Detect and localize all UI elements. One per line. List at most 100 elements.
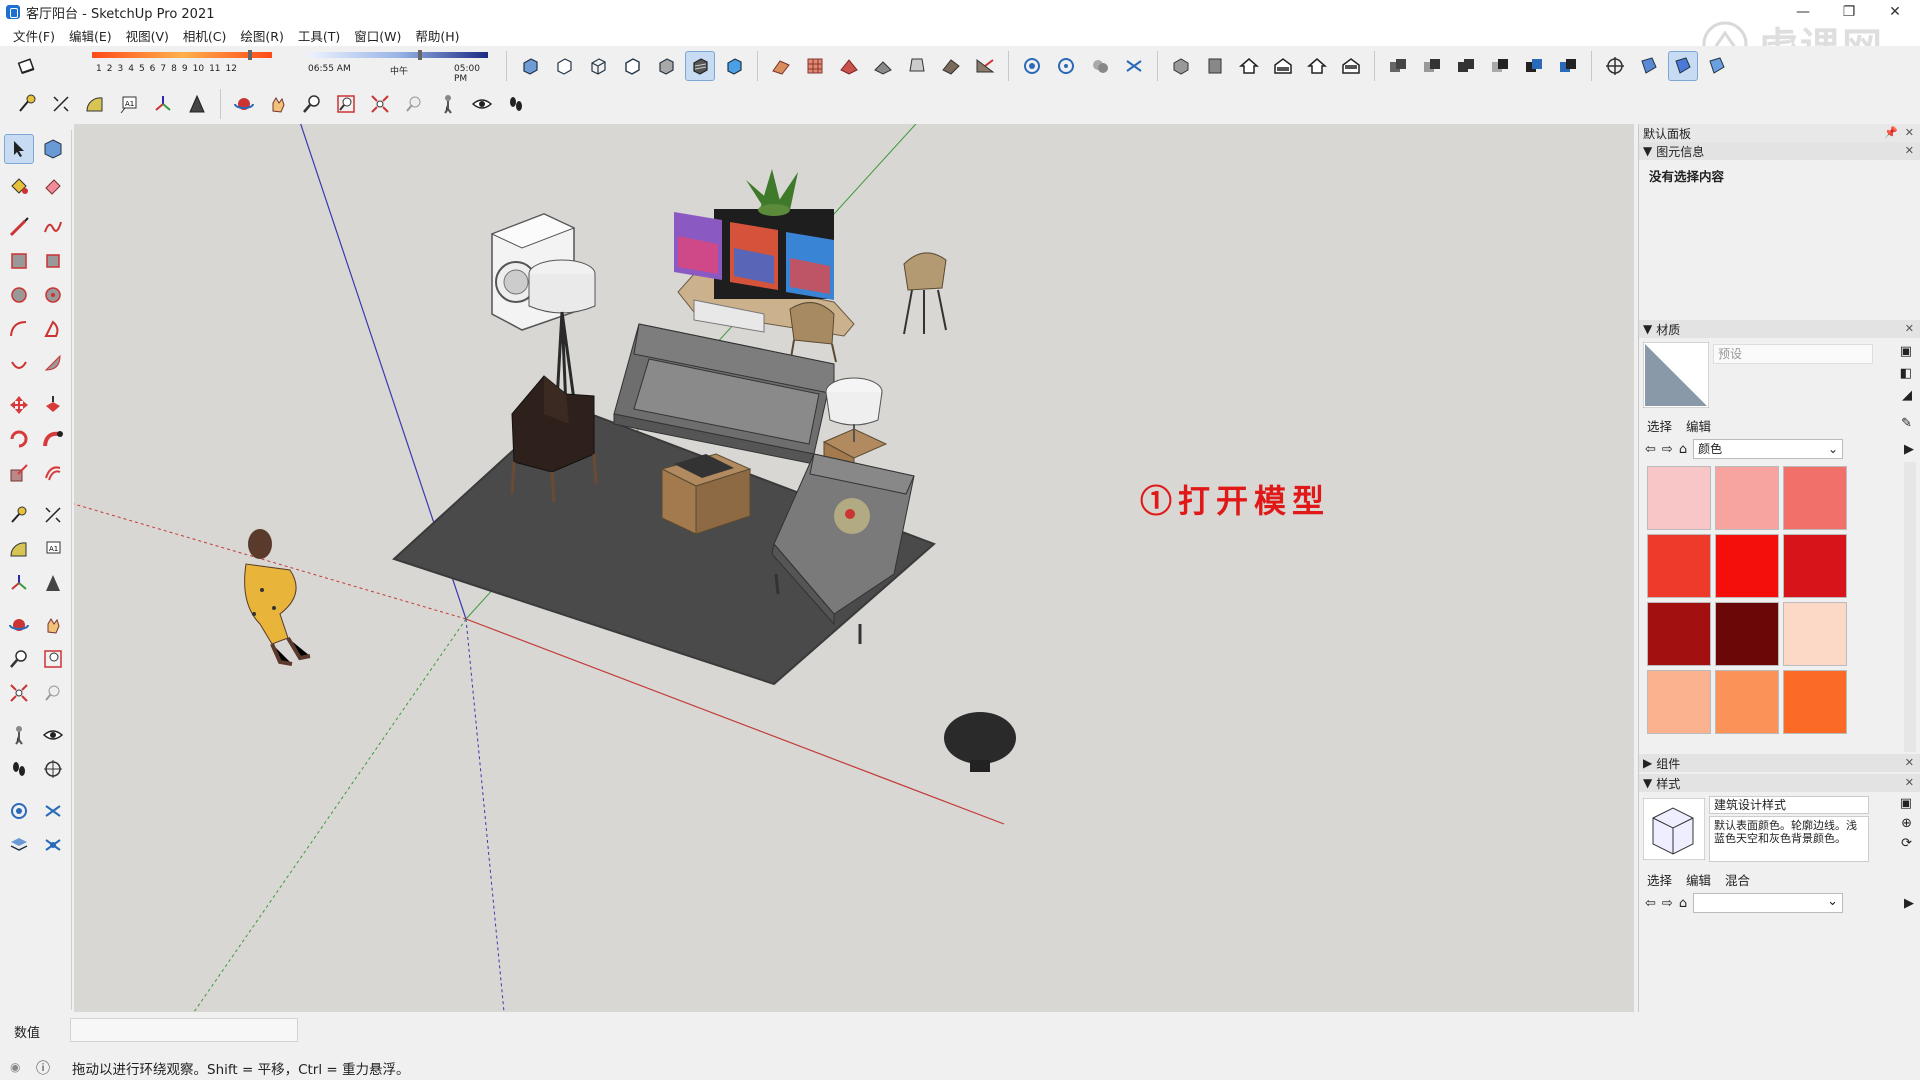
menu-tools[interactable]: 工具(T) (291, 26, 347, 45)
rotated-rectangle-icon[interactable] (38, 246, 68, 276)
material-library-select[interactable]: 颜色 ⌄ (1693, 439, 1844, 459)
shaded-with-textures-icon[interactable] (685, 51, 715, 81)
default-material-icon[interactable]: ◧ (1900, 366, 1912, 381)
orbit-tool-icon[interactable] (4, 610, 34, 640)
arc-icon[interactable] (4, 314, 34, 344)
color-swatch[interactable] (1715, 466, 1779, 530)
measurements-box[interactable] (70, 1018, 298, 1042)
position-camera-icon[interactable] (1600, 51, 1630, 81)
details-arrow-icon[interactable]: ▶ (1904, 442, 1914, 457)
menu-help[interactable]: 帮助(H) (408, 26, 466, 45)
home-icon[interactable]: ⌂ (1679, 896, 1687, 911)
freehand-icon[interactable] (38, 212, 68, 242)
dimension-tool-icon[interactable] (38, 500, 68, 530)
previous-view-icon[interactable] (399, 89, 429, 119)
zoom-icon[interactable] (297, 89, 327, 119)
text-icon[interactable]: A1 (114, 89, 144, 119)
zoom-window-icon[interactable] (331, 89, 361, 119)
swatch-scrollbar[interactable] (1904, 462, 1916, 752)
geo-location-icon[interactable]: ◉ (10, 1060, 20, 1074)
orbit-icon[interactable] (229, 89, 259, 119)
color-swatch[interactable] (1647, 534, 1711, 598)
shadows-toggle-icon[interactable] (12, 51, 42, 81)
materials-close-icon[interactable]: ✕ (1905, 322, 1914, 335)
layers-tool-icon[interactable] (4, 830, 34, 860)
color-swatch[interactable] (1647, 670, 1711, 734)
menu-window[interactable]: 窗口(W) (347, 26, 408, 45)
section-plane-icon[interactable] (1017, 51, 1047, 81)
move-icon[interactable] (4, 390, 34, 420)
pan-tool-icon[interactable] (38, 610, 68, 640)
text-tool-icon[interactable]: A1 (38, 534, 68, 564)
sandbox-from-contours-icon[interactable] (766, 51, 796, 81)
menu-view[interactable]: 视图(V) (119, 26, 176, 45)
tape-measure-tool-icon[interactable] (4, 500, 34, 530)
tab-select[interactable]: 选择 (1647, 870, 1672, 888)
two-point-arc-icon[interactable] (38, 314, 68, 344)
components-header[interactable]: ▶ 组件 ✕ (1639, 754, 1920, 772)
protractor-tool-icon[interactable] (4, 534, 34, 564)
pan-icon[interactable] (263, 89, 293, 119)
section-display-tool-icon[interactable] (4, 796, 34, 826)
color-swatch[interactable] (1783, 534, 1847, 598)
zoom-window-tool-icon[interactable] (38, 644, 68, 674)
eraser-icon[interactable] (38, 170, 68, 200)
update-style-icon[interactable]: ⟳ (1901, 836, 1912, 851)
select-tool-icon[interactable] (4, 134, 34, 164)
polygon-icon[interactable] (38, 280, 68, 310)
zoom-tool-icon[interactable] (4, 644, 34, 674)
circle-icon[interactable] (4, 280, 34, 310)
scale-icon[interactable] (4, 458, 34, 488)
iso-view-icon[interactable] (1166, 51, 1196, 81)
color-swatch[interactable] (1783, 670, 1847, 734)
menu-draw[interactable]: 绘图(R) (233, 26, 290, 45)
solid-outer-shell-icon[interactable] (1383, 51, 1413, 81)
xray-icon[interactable] (515, 51, 545, 81)
position-camera-person-icon[interactable] (433, 89, 463, 119)
pin-icon[interactable]: 📌 (1884, 126, 1898, 139)
back-arrow-icon[interactable]: ⇦ (1645, 442, 1656, 457)
paint-bucket-icon[interactable] (4, 170, 34, 200)
color-swatch[interactable] (1715, 670, 1779, 734)
offset-icon[interactable] (38, 458, 68, 488)
tape-measure-icon[interactable] (12, 89, 42, 119)
model-viewport[interactable]: ①打开模型 (74, 124, 1634, 1012)
axes-icon[interactable] (148, 89, 178, 119)
back-edges-icon[interactable] (549, 51, 579, 81)
protractor-icon[interactable] (80, 89, 110, 119)
add-detail-icon[interactable] (936, 51, 966, 81)
tab-edit[interactable]: 编辑 (1686, 870, 1711, 888)
materials-header[interactable]: ▼ 材质 ✕ (1639, 320, 1920, 338)
hidden-line-icon[interactable] (617, 51, 647, 81)
styles-close-icon[interactable]: ✕ (1905, 776, 1914, 789)
home-icon[interactable]: ⌂ (1679, 442, 1687, 457)
push-pull-icon[interactable] (38, 390, 68, 420)
material-name-field[interactable]: 预设 (1713, 344, 1873, 364)
tab-select[interactable]: 选择 (1647, 416, 1672, 434)
walk-icon[interactable] (1634, 51, 1664, 81)
menu-edit[interactable]: 编辑(E) (62, 26, 119, 45)
forward-arrow-icon[interactable]: ⇨ (1662, 442, 1673, 457)
left-view-icon[interactable] (1336, 51, 1366, 81)
display-section-fill-icon[interactable] (1119, 51, 1149, 81)
back-view-icon[interactable] (1302, 51, 1332, 81)
sandbox-from-scratch-icon[interactable] (800, 51, 830, 81)
display-section-planes-icon[interactable] (1051, 51, 1081, 81)
three-point-arc-icon[interactable] (4, 348, 34, 378)
color-swatch[interactable] (1647, 466, 1711, 530)
menu-file[interactable]: 文件(F) (6, 26, 62, 45)
orbit-active-icon[interactable] (1668, 51, 1698, 81)
3d-text-tool-icon[interactable] (38, 568, 68, 598)
walk-footprints-icon[interactable] (501, 89, 531, 119)
components-close-icon[interactable]: ✕ (1905, 756, 1914, 769)
drape-icon[interactable] (902, 51, 932, 81)
tray-close-icon[interactable]: ✕ (1905, 126, 1914, 139)
color-swatch[interactable] (1715, 534, 1779, 598)
style-library-select[interactable]: ⌄ (1693, 893, 1844, 913)
forward-arrow-icon[interactable]: ⇨ (1662, 896, 1673, 911)
right-view-icon[interactable] (1268, 51, 1298, 81)
rotate-icon[interactable] (4, 424, 34, 454)
look-around-tool-icon[interactable] (38, 720, 68, 750)
eyedropper-icon[interactable]: ✎ (1901, 416, 1912, 432)
monochrome-icon[interactable] (719, 51, 749, 81)
